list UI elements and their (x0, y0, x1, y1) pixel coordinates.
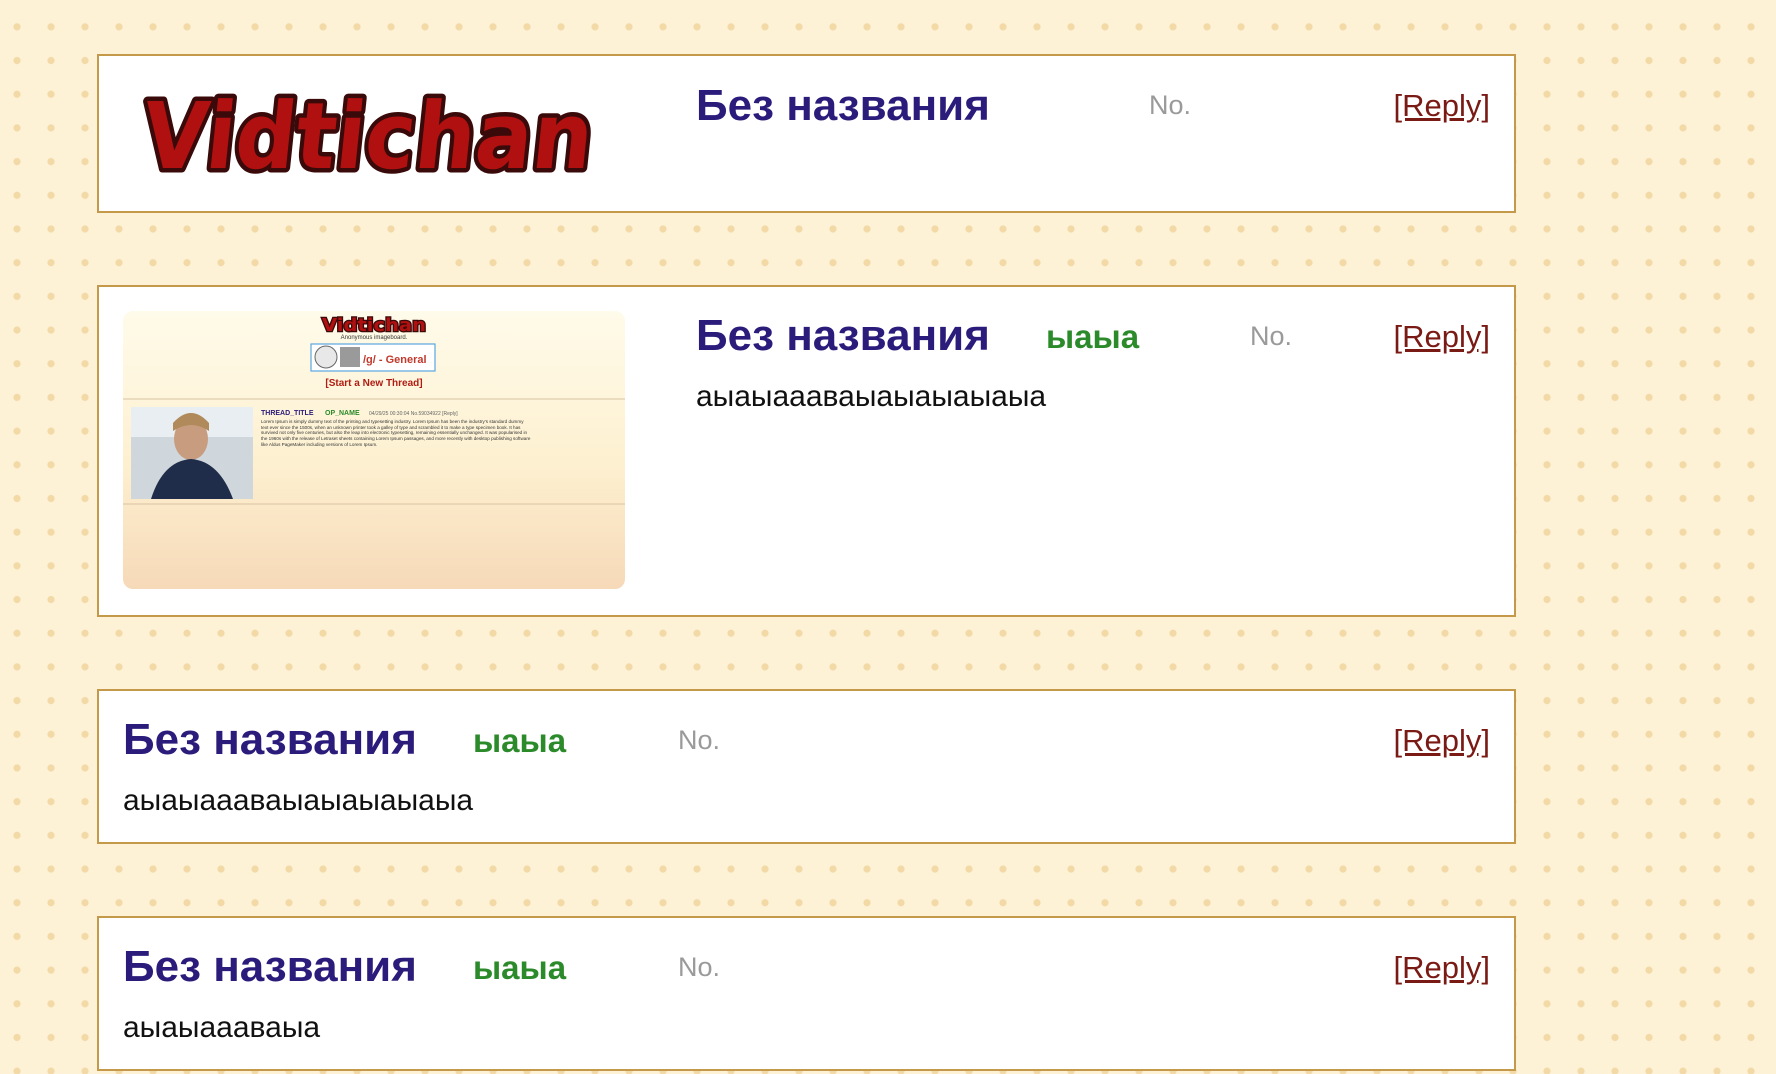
logo-text: Vidtichan (137, 82, 598, 186)
thumb-logo-text: Vidtichan (322, 315, 426, 336)
reply-link[interactable]: [Reply] (1394, 321, 1490, 352)
post-number: No. (1149, 90, 1192, 120)
thumb-op-name: OP_NAME (325, 410, 360, 417)
thumb-lorem-container: Lorem Ipsum is simply dummy text of the … (261, 419, 531, 447)
thumb-meta: 04/29/25 00:30:04 No.59034922 [Reply] (369, 411, 458, 417)
site-logo[interactable]: Vidtichan (127, 78, 623, 195)
post-image-thumbnail[interactable]: Vidtichan Anonymous imageboard. /g/ - Ge… (123, 311, 625, 589)
thumb-face-icon (314, 345, 338, 369)
logo-graphic: Vidtichan (133, 78, 603, 195)
thumb-start-thread: [Start a New Thread] (325, 378, 422, 389)
thumb-lorem-text: Lorem Ipsum is simply dummy text of the … (261, 419, 531, 447)
reply-link[interactable]: [Reply] (1394, 725, 1490, 756)
post-2: Vidtichan Anonymous imageboard. /g/ - Ge… (97, 285, 1516, 617)
thumb-thread-title: THREAD_TITLE (261, 410, 314, 417)
post-3: Без названия ыаыа No. [Reply] аыаыаааваы… (97, 689, 1516, 844)
post-body: аыаыаааваыаыаыаыаыа (123, 784, 474, 817)
post-title: Без названия (696, 311, 990, 360)
reply-link[interactable]: [Reply] (1394, 952, 1490, 983)
post-title: Без названия (696, 81, 990, 130)
poster-name: ыаыа (473, 722, 567, 759)
poster-name: ыаыа (1046, 318, 1140, 355)
post-number: No. (678, 725, 721, 755)
post-4: Без названия ыаыа No. [Reply] аыаыаааваы… (97, 916, 1516, 1071)
post-body: аыаыаааваыаыаыаыаыа (696, 380, 1047, 413)
post-number: No. (678, 952, 721, 982)
poster-name: ыаыа (473, 949, 567, 986)
thumbnail-preview: Vidtichan Anonymous imageboard. /g/ - Ge… (123, 314, 625, 505)
thumb-board-icon (340, 347, 360, 367)
post-title: Без названия (123, 942, 417, 991)
post-number: No. (1250, 321, 1293, 351)
reply-link[interactable]: [Reply] (1394, 90, 1490, 121)
thumb-tagline: Anonymous imageboard. (341, 335, 408, 341)
thumb-board-label: /g/ - General (363, 354, 427, 366)
post-1: Vidtichan Без названия No. [Reply] (97, 54, 1516, 213)
post-title: Без названия (123, 715, 417, 764)
post-body: аыаыаааваыа (123, 1011, 321, 1044)
